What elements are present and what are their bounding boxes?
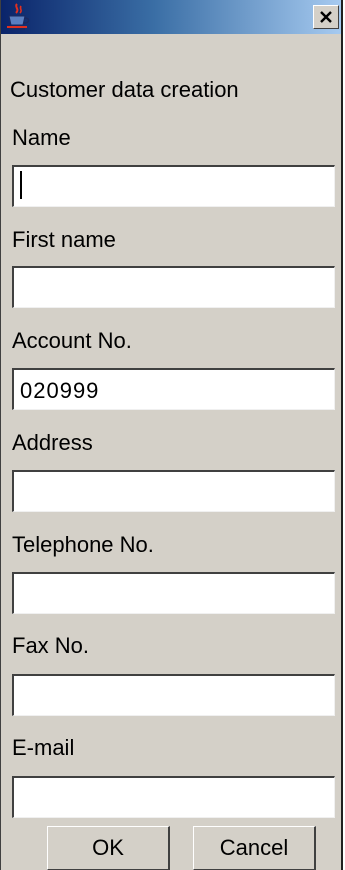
close-icon xyxy=(320,11,332,23)
first-name-label: First name xyxy=(12,227,116,252)
fax-no-label: Fax No. xyxy=(12,633,90,658)
name-input[interactable] xyxy=(12,165,335,207)
title-bar[interactable] xyxy=(1,0,341,34)
telephone-no-input[interactable] xyxy=(12,572,335,614)
form-heading: Customer data creation xyxy=(10,77,239,102)
cancel-button[interactable]: Cancel xyxy=(193,826,316,870)
java-cup-icon xyxy=(5,3,31,31)
account-no-label: Account No. xyxy=(12,328,132,353)
fax-no-input[interactable] xyxy=(12,674,335,716)
name-label: Name xyxy=(12,125,71,150)
email-label: E-mail xyxy=(12,735,75,760)
address-label: Address xyxy=(12,430,93,455)
account-no-input[interactable]: 020999 xyxy=(12,368,335,410)
telephone-no-label: Telephone No. xyxy=(12,532,154,557)
close-button[interactable] xyxy=(313,5,339,29)
dialog-window: Customer data creation Name First name A… xyxy=(0,0,343,870)
first-name-input[interactable] xyxy=(12,266,335,308)
ok-button[interactable]: OK xyxy=(47,826,170,870)
text-caret xyxy=(20,171,22,199)
email-input[interactable] xyxy=(12,776,335,818)
address-input[interactable] xyxy=(12,470,335,512)
